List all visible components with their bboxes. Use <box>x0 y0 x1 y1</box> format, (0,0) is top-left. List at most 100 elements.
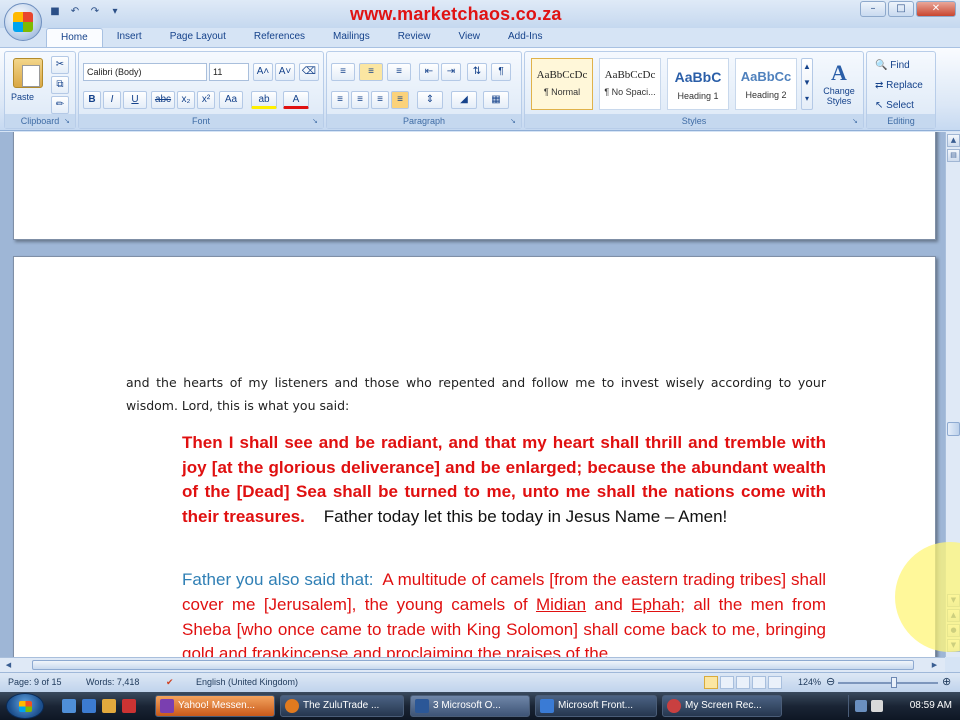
style-heading-1[interactable]: AaBbC Heading 1 <box>667 58 729 110</box>
format-painter-icon[interactable]: ✏ <box>51 96 69 114</box>
line-spacing-icon[interactable]: ⇕ <box>417 91 443 109</box>
show-desktop-icon[interactable] <box>62 699 76 713</box>
change-case-icon[interactable]: Aa <box>219 91 243 109</box>
underline-icon[interactable]: U <box>123 91 147 109</box>
web-layout-view-icon[interactable] <box>736 676 750 689</box>
tab-insert[interactable]: Insert <box>103 28 156 48</box>
select-button[interactable]: ↖ Select <box>875 100 914 111</box>
clear-formatting-icon[interactable]: ⌫ <box>299 63 319 81</box>
borders-icon[interactable]: ▦ <box>483 91 509 109</box>
print-layout-view-icon[interactable] <box>704 676 718 689</box>
tab-references[interactable]: References <box>240 28 319 48</box>
italic-icon[interactable]: I <box>103 91 121 109</box>
styles-launcher-icon[interactable]: ↘ <box>852 117 861 126</box>
superscript-icon[interactable]: x² <box>197 91 215 109</box>
font-color-icon[interactable]: A <box>283 91 309 109</box>
minimize-button[interactable]: – <box>860 1 886 17</box>
cut-icon[interactable]: ✂ <box>51 56 69 74</box>
paste-icon[interactable] <box>13 58 43 88</box>
zoom-slider-knob[interactable] <box>891 677 897 688</box>
editing-group: 🔍 Find ⇄ Replace ↖ Select Editing <box>866 51 936 129</box>
task-zulutrade[interactable]: The ZuluTrade ... <box>280 695 404 717</box>
tab-view[interactable]: View <box>445 28 495 48</box>
font-launcher-icon[interactable]: ↘ <box>312 117 321 126</box>
maximize-button[interactable]: □ <box>888 1 914 17</box>
redo-icon[interactable]: ↷ <box>88 5 102 19</box>
tab-page-layout[interactable]: Page Layout <box>156 28 240 48</box>
scroll-right-icon[interactable]: ▶ <box>928 659 941 671</box>
full-screen-view-icon[interactable] <box>720 676 734 689</box>
multilevel-list-icon[interactable]: ≡ <box>387 63 411 81</box>
align-left-icon[interactable]: ≡ <box>331 91 349 109</box>
zoom-level[interactable]: 124% <box>798 677 821 687</box>
start-button[interactable] <box>6 693 44 719</box>
quick-launch-app-icon[interactable] <box>122 699 136 713</box>
horizontal-scroll-thumb[interactable] <box>32 660 914 670</box>
tab-home[interactable]: Home <box>46 28 103 48</box>
document-area[interactable]: and the hearts of my listeners and those… <box>0 132 945 657</box>
save-icon[interactable]: ■ <box>48 5 62 19</box>
style-normal[interactable]: AaBbCcDc ¶ Normal <box>531 58 593 110</box>
font-size-field[interactable]: 11 <box>209 63 249 81</box>
zoom-out-icon[interactable]: ⊖ <box>826 675 835 688</box>
paste-button[interactable]: Paste <box>11 92 34 102</box>
bold-icon[interactable]: B <box>83 91 101 109</box>
undo-icon[interactable]: ↶ <box>68 5 82 19</box>
shading-icon[interactable]: ◢ <box>451 91 477 109</box>
show-marks-icon[interactable]: ¶ <box>491 63 511 81</box>
font-name-field[interactable]: Calibri (Body) <box>83 63 207 81</box>
draft-view-icon[interactable] <box>768 676 782 689</box>
paragraph-group-label: Paragraph <box>327 114 521 128</box>
task-screen-recorder[interactable]: My Screen Rec... <box>662 695 782 717</box>
tab-review[interactable]: Review <box>384 28 445 48</box>
decrease-indent-icon[interactable]: ⇤ <box>419 63 439 81</box>
numbering-icon[interactable]: ≡ <box>359 63 383 81</box>
folder-icon[interactable] <box>102 699 116 713</box>
task-microsoft-frontpage[interactable]: Microsoft Front... <box>535 695 657 717</box>
bullets-icon[interactable]: ≡ <box>331 63 355 81</box>
styles-scroll-icon[interactable]: ▲ ▼ ▾ <box>801 58 813 110</box>
customize-qat-icon[interactable]: ▾ <box>108 5 122 19</box>
style-heading-2[interactable]: AaBbCc Heading 2 <box>735 58 797 110</box>
strikethrough-icon[interactable]: abc <box>151 91 175 109</box>
tab-add-ins[interactable]: Add-Ins <box>494 28 556 48</box>
shrink-font-icon[interactable]: A˅ <box>275 63 295 81</box>
outline-view-icon[interactable] <box>752 676 766 689</box>
office-button[interactable] <box>4 3 42 41</box>
subscript-icon[interactable]: x₂ <box>177 91 195 109</box>
task-yahoo-messenger[interactable]: Yahoo! Messen... <box>155 695 275 717</box>
proofing-icon[interactable]: ✔ <box>166 677 174 688</box>
taskbar-clock[interactable]: 08:59 AM <box>910 700 952 711</box>
clipboard-launcher-icon[interactable]: ↘ <box>64 117 73 126</box>
zoom-in-icon[interactable]: ⊕ <box>942 675 951 688</box>
scroll-up-icon[interactable]: ▲ <box>947 134 960 147</box>
page-count[interactable]: Page: 9 of 15 <box>8 677 62 687</box>
horizontal-scrollbar[interactable]: ◀ ▶ <box>0 657 945 672</box>
scroll-left-icon[interactable]: ◀ <box>2 659 15 671</box>
ruler-toggle-icon[interactable]: ▤ <box>947 149 960 162</box>
sort-icon[interactable]: ⇅ <box>467 63 487 81</box>
volume-icon[interactable] <box>871 700 883 712</box>
increase-indent-icon[interactable]: ⇥ <box>441 63 461 81</box>
language-indicator[interactable]: English (United Kingdom) <box>196 677 298 687</box>
paragraph-launcher-icon[interactable]: ↘ <box>510 117 519 126</box>
internet-explorer-icon[interactable] <box>82 699 96 713</box>
change-styles-button[interactable]: A Change Styles <box>819 60 859 106</box>
style-no-spacing[interactable]: AaBbCcDc ¶ No Spaci... <box>599 58 661 110</box>
tab-mailings[interactable]: Mailings <box>319 28 384 48</box>
highlight-color-icon[interactable]: ab <box>251 91 277 109</box>
find-button[interactable]: 🔍 Find <box>875 60 910 71</box>
network-icon[interactable] <box>855 700 867 712</box>
replace-button[interactable]: ⇄ Replace <box>875 80 923 91</box>
copy-icon[interactable]: ⧉ <box>51 76 69 94</box>
current-page[interactable]: and the hearts of my listeners and those… <box>13 256 936 657</box>
word-count[interactable]: Words: 7,418 <box>86 677 139 687</box>
justify-icon[interactable]: ≡ <box>391 91 409 109</box>
align-center-icon[interactable]: ≡ <box>351 91 369 109</box>
close-button[interactable]: ✕ <box>916 1 956 17</box>
vertical-scroll-thumb[interactable] <box>947 422 960 436</box>
zoom-slider[interactable] <box>838 682 938 684</box>
align-right-icon[interactable]: ≡ <box>371 91 389 109</box>
grow-font-icon[interactable]: A˄ <box>253 63 273 81</box>
task-microsoft-office[interactable]: 3 Microsoft O... <box>410 695 530 717</box>
